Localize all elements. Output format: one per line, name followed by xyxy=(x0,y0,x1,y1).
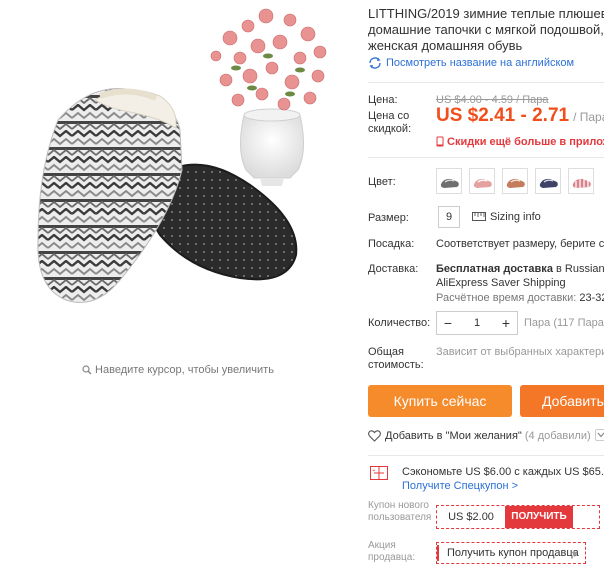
add-to-cart-button[interactable]: Добавить xyxy=(520,385,604,417)
shipping-destination: в Russian Fed xyxy=(555,263,604,275)
quantity-label: Количество: xyxy=(368,317,431,329)
new-user-coupon-label-line: пользователя xyxy=(368,512,432,523)
discount-price-label-line: Цена со xyxy=(368,110,410,122)
app-discount-link[interactable]: Скидки ещё больше в приложени xyxy=(436,136,604,150)
seller-coupon-select[interactable]: Получить купон продавца ▼ xyxy=(436,542,586,564)
discount-price-label-line: скидкой: xyxy=(368,123,412,135)
zoom-hint: Наведите курсор, чтобы увеличить xyxy=(0,364,356,378)
color-swatch-dark[interactable] xyxy=(436,168,462,194)
slipper-photo-illustration xyxy=(0,0,356,332)
quantity-stepper: − + xyxy=(436,311,518,335)
shipping-method: AliExpress Saver Shipping xyxy=(436,277,566,289)
svg-text:+: + xyxy=(373,468,376,474)
zoom-hint-text: Наведите курсор, чтобы увеличить xyxy=(95,364,274,376)
slipper-navy-icon xyxy=(539,178,558,188)
wishlist-text: Добавить в "Мои желания" xyxy=(385,430,522,442)
discount-price-amount: US $2.41 - 2.71 xyxy=(436,105,570,126)
product-title: LITTHING/2019 зимние теплые плюшевые дом… xyxy=(368,6,604,54)
magnifier-icon xyxy=(82,365,92,378)
select-accent-bar xyxy=(437,545,439,561)
phone-icon xyxy=(436,136,444,150)
coupon-section: + Сэкономьте US $6.00 с каждых US $65.00… xyxy=(368,455,604,572)
discount-price-label: Цена со скидкой: xyxy=(368,110,411,136)
product-main-image[interactable] xyxy=(0,0,356,332)
fit-text: Соответствует размеру, берите свой xyxy=(436,238,604,250)
add-to-wishlist[interactable]: Добавить в "Мои желания" (4 добавили) xyxy=(368,429,604,445)
product-title-line: LITTHING/2019 зимние теплые плюшевые xyxy=(368,6,604,21)
size-label: Размер: xyxy=(368,212,409,224)
divider xyxy=(368,157,604,158)
seller-promo-label-line: Акция xyxy=(368,540,396,551)
free-shipping-text: Бесплатная доставка xyxy=(436,263,553,275)
wishlist-dropdown[interactable] xyxy=(594,429,604,441)
delivery-estimate-value: 23-32 д xyxy=(579,292,604,304)
quantity-input[interactable] xyxy=(459,312,495,334)
color-swatches xyxy=(436,168,601,194)
color-swatch-stripe[interactable] xyxy=(568,168,594,194)
app-discount-text: Скидки ещё больше в приложени xyxy=(447,136,604,148)
color-swatch-pink[interactable] xyxy=(469,168,495,194)
translate-icon xyxy=(368,57,382,72)
new-user-coupon: US $2.00 ПОЛУЧИТЬ xyxy=(436,505,600,529)
price-unit: / Пара xyxy=(573,110,604,124)
product-gallery: Наведите курсор, чтобы увеличить xyxy=(0,0,356,376)
sizing-info-text: Sizing info xyxy=(490,211,541,223)
product-info: LITTHING/2019 зимние теплые плюшевые дом… xyxy=(368,0,604,572)
total-label-line: Общая xyxy=(368,346,404,358)
translate-link-text: Посмотреть название на английском xyxy=(386,57,575,69)
special-coupon-link[interactable]: Получите Спецкупон > xyxy=(402,480,518,492)
slipper-dark-icon xyxy=(440,178,459,188)
total-text: Зависит от выбранных характерист xyxy=(436,346,604,358)
wishlist-count: (4 добавили) xyxy=(521,430,591,442)
color-swatch-navy[interactable] xyxy=(535,168,561,194)
quantity-available: Пара (117 Пара до xyxy=(524,317,604,329)
discount-price: US $2.41 - 2.71/ Пара xyxy=(436,105,604,127)
new-user-coupon-label-line: Купон нового xyxy=(368,500,429,511)
size-option[interactable]: 9 xyxy=(438,206,460,228)
product-title-line: домашние тапочки с мягкой подошвой, Х xyxy=(368,22,604,37)
seller-promo-label: Акция продавца: xyxy=(368,540,415,564)
seller-coupon-select-text: Получить купон продавца xyxy=(447,547,579,559)
chevron-down-icon xyxy=(597,432,604,438)
delivery-estimate-label: Расчётное время доставки: xyxy=(436,292,580,304)
slipper-brown-icon xyxy=(506,178,525,188)
color-label: Цвет: xyxy=(368,176,396,188)
color-swatch-brown[interactable] xyxy=(502,168,528,194)
delivery-estimate: Расчётное время доставки: 23-32 д xyxy=(436,292,604,304)
shipping-label: Доставка: xyxy=(368,263,419,275)
translate-title-link[interactable]: Посмотреть название на английском xyxy=(368,57,574,72)
total-label-line: стоимость: xyxy=(368,359,424,371)
save-offer-text: Сэкономьте US $6.00 с каждых US $65.00 xyxy=(402,466,604,478)
coupon-value: US $2.00 xyxy=(448,511,494,523)
shipping-summary[interactable]: Бесплатная доставка в Russian Fed xyxy=(436,263,604,275)
caret-down-icon: ▼ xyxy=(570,549,579,559)
get-coupon-button[interactable]: ПОЛУЧИТЬ xyxy=(505,506,573,528)
seller-promo-label-line: продавца: xyxy=(368,552,416,563)
price-label: Цена: xyxy=(368,94,398,106)
heart-icon xyxy=(368,430,381,445)
quantity-increase-button[interactable]: + xyxy=(495,312,517,334)
divider xyxy=(368,82,604,83)
new-user-coupon-label: Купон нового пользователя xyxy=(368,500,431,524)
gift-icon: + xyxy=(370,466,388,483)
slipper-stripe-icon xyxy=(572,178,591,188)
fit-label: Посадка: xyxy=(368,238,415,250)
ruler-icon xyxy=(472,212,486,224)
sizing-info-link[interactable]: Sizing info xyxy=(472,211,541,224)
slipper-pink-icon xyxy=(473,178,492,188)
total-label: Общая стоимость: xyxy=(368,346,424,372)
buy-now-button[interactable]: Купить сейчас xyxy=(368,385,512,417)
product-title-line: женская домашняя обувь xyxy=(368,38,523,53)
quantity-decrease-button[interactable]: − xyxy=(437,312,459,334)
